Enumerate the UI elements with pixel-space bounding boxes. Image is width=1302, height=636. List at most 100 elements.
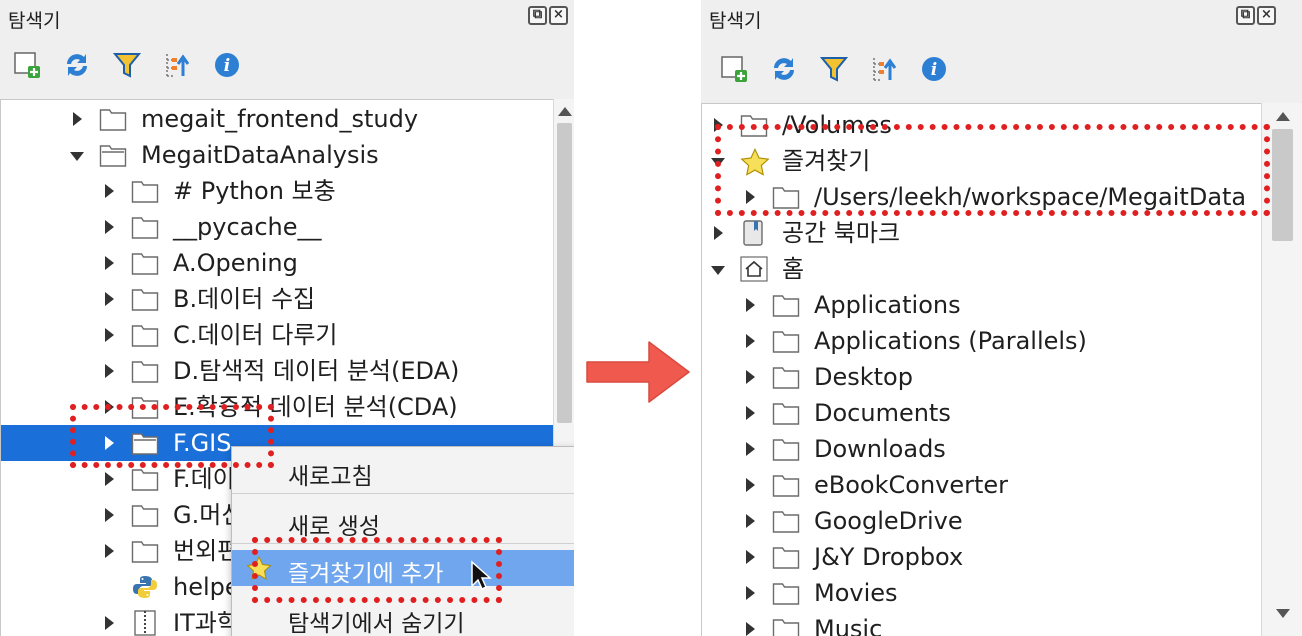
folder-icon (772, 508, 800, 534)
chevron-right-icon[interactable] (105, 472, 114, 486)
folder-icon (131, 178, 159, 204)
tree-item-label: __pycache__ (173, 213, 322, 241)
tree-row[interactable]: Applications (Parallels) (702, 323, 1262, 359)
svg-text:i: i (224, 56, 230, 76)
scroll-up-icon[interactable] (1275, 112, 1290, 121)
toolbar: i (715, 50, 953, 88)
chevron-right-icon[interactable] (105, 328, 114, 342)
panel-title: 탐색기 (8, 10, 61, 32)
scrollbar-thumb[interactable] (557, 123, 572, 423)
tree-row[interactable]: Downloads (702, 431, 1262, 467)
tree-row[interactable]: eBookConverter (702, 467, 1262, 503)
tree-row[interactable]: Music (702, 611, 1262, 636)
tree-item-label: Music (814, 615, 883, 636)
tree-row[interactable]: Documents (702, 395, 1262, 431)
folder-icon (772, 400, 800, 426)
close-icon[interactable]: × (549, 6, 568, 25)
chevron-down-icon[interactable] (70, 152, 84, 161)
chevron-right-icon[interactable] (105, 292, 114, 306)
chevron-right-icon[interactable] (746, 478, 755, 492)
panel-title: 탐색기 (709, 10, 762, 32)
scroll-down-icon[interactable] (1275, 609, 1290, 618)
tree-row[interactable]: # Python 보충 (1, 173, 554, 209)
chevron-right-icon[interactable] (105, 616, 114, 630)
chevron-right-icon[interactable] (746, 406, 755, 420)
chevron-down-icon[interactable] (711, 266, 725, 275)
refresh-icon[interactable] (765, 50, 803, 88)
menu-item-refresh[interactable]: 새로고침 (232, 453, 574, 490)
tree-row[interactable]: MegaitDataAnalysis (1, 137, 554, 173)
tree-item-label: Documents (814, 399, 951, 427)
tree-row[interactable]: Applications (702, 287, 1262, 323)
chevron-right-icon[interactable] (105, 364, 114, 378)
chevron-right-icon[interactable] (746, 442, 755, 456)
tree-row[interactable]: C.데이터 다루기 (1, 317, 554, 353)
tree-row[interactable]: Movies (702, 575, 1262, 611)
collapse-icon[interactable] (865, 50, 903, 88)
chevron-right-icon[interactable] (105, 544, 114, 558)
scroll-up-icon[interactable] (557, 107, 572, 116)
tree-row[interactable]: Desktop (702, 359, 1262, 395)
menu-item-new[interactable]: 새로 생성 (232, 503, 574, 540)
tree-item-label: Downloads (814, 435, 946, 463)
add-layer-icon[interactable] (715, 50, 753, 88)
folder-icon (131, 502, 159, 528)
folder-icon (131, 538, 159, 564)
chevron-right-icon[interactable] (105, 508, 114, 522)
chevron-right-icon[interactable] (746, 622, 755, 636)
chevron-right-icon[interactable] (746, 370, 755, 384)
add-layer-icon[interactable] (8, 46, 46, 84)
tree-row[interactable]: B.데이터 수집 (1, 281, 554, 317)
chevron-right-icon[interactable] (746, 334, 755, 348)
folder-icon (772, 580, 800, 606)
collapse-icon[interactable] (158, 46, 196, 84)
float-icon[interactable]: ⧉ (528, 6, 547, 25)
folder-icon (772, 472, 800, 498)
refresh-icon[interactable] (58, 46, 96, 84)
info-icon[interactable]: i (915, 50, 953, 88)
window-buttons: ⧉ × (1236, 6, 1276, 25)
chevron-right-icon[interactable] (105, 256, 114, 270)
tree-item-label: GoogleDrive (814, 507, 963, 535)
svg-text:i: i (931, 60, 937, 80)
tree-item-label: D.탐색적 데이터 분석(EDA) (173, 357, 460, 385)
tree-item-label: Applications (Parallels) (814, 327, 1087, 355)
info-icon[interactable]: i (208, 46, 246, 84)
tree-row[interactable]: 공간 북마크 (702, 215, 1262, 251)
close-icon[interactable]: × (1257, 6, 1276, 25)
folder-open-icon (99, 142, 127, 168)
chevron-right-icon[interactable] (746, 514, 755, 528)
scrollbar-thumb[interactable] (1272, 129, 1293, 241)
chevron-right-icon[interactable] (714, 226, 723, 240)
filter-icon[interactable] (108, 46, 146, 84)
tree-row[interactable]: J&Y Dropbox (702, 539, 1262, 575)
chevron-right-icon[interactable] (73, 112, 82, 126)
chevron-right-icon[interactable] (746, 550, 755, 564)
folder-icon (131, 466, 159, 492)
tree-row[interactable]: GoogleDrive (702, 503, 1262, 539)
bookmark-icon (740, 220, 768, 246)
chevron-right-icon[interactable] (105, 220, 114, 234)
right-arrow-icon (586, 341, 690, 403)
tree-item-label: helpe (173, 573, 240, 601)
tree-item-label: J&Y Dropbox (814, 543, 964, 571)
menu-separator (232, 493, 574, 494)
menu-item-hide[interactable]: 탐색기에서 숨기기 (232, 600, 574, 636)
folder-icon (772, 292, 800, 318)
tree-row[interactable]: __pycache__ (1, 209, 554, 245)
folder-icon (131, 250, 159, 276)
tree-item-label: eBookConverter (814, 471, 1009, 499)
tree-row[interactable]: D.탐색적 데이터 분석(EDA) (1, 353, 554, 389)
tree-row[interactable]: megait_frontend_study (1, 101, 554, 137)
filter-icon[interactable] (815, 50, 853, 88)
tree-row[interactable]: A.Opening (1, 245, 554, 281)
python-icon (131, 574, 159, 600)
chevron-right-icon[interactable] (746, 586, 755, 600)
chevron-right-icon[interactable] (746, 298, 755, 312)
float-icon[interactable]: ⧉ (1236, 6, 1255, 25)
home-icon (740, 256, 768, 282)
tree-item-label: MegaitDataAnalysis (141, 141, 379, 169)
tree-item-label: 번외편 (173, 537, 240, 565)
chevron-right-icon[interactable] (105, 184, 114, 198)
tree-row[interactable]: 홈 (702, 251, 1262, 287)
